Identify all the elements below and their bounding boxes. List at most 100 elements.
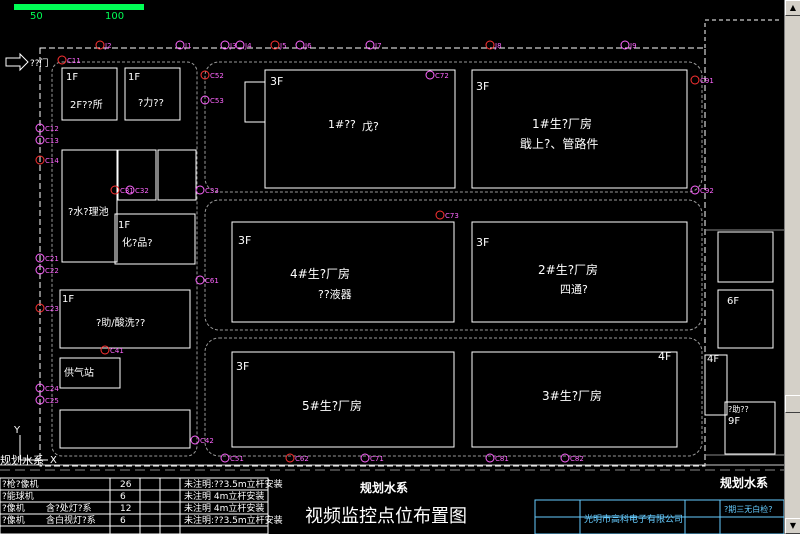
camera-label: C71 (370, 455, 384, 463)
svg-text:1F: 1F (66, 72, 78, 83)
scroll-up-arrow[interactable]: ▲ (785, 0, 800, 16)
camera-label: C82 (570, 455, 584, 463)
legend-cell: 26 (120, 480, 132, 490)
legend-cell: 12 (120, 504, 131, 514)
camera-label: C51 (230, 455, 244, 463)
legend-cell: 未注明 4m立杆安装 (184, 502, 264, 514)
svg-text:4F: 4F (707, 354, 719, 365)
camera-label: C73 (445, 212, 459, 220)
camera-marker-c82[interactable] (560, 453, 570, 463)
legend-cell: 未注明:??3.5m立杆安装 (184, 478, 283, 490)
building-3-floor: 4F (658, 350, 671, 363)
building-4-sub: ??液器 (318, 287, 352, 301)
building-2-name: 1#生?厂房 (532, 116, 592, 131)
camera-marker-c62[interactable] (285, 453, 295, 463)
camera-label: J3 (229, 42, 237, 50)
svg-text:?助??: ?助?? (728, 404, 749, 414)
camera-label: J8 (494, 42, 502, 50)
legend-cell: 6 (120, 492, 126, 502)
svg-text:?力??: ?力?? (138, 96, 164, 109)
camera-label: C33 (205, 187, 219, 195)
svg-text:9F: 9F (728, 416, 740, 427)
legend-cell: ?能球机 (2, 490, 34, 502)
building-2b-sub: 四通? (560, 283, 588, 296)
site-plan-drawing[interactable]: 3F 1#?? 戊? 3F 1#生?厂房 戢上?、管路件 3F 4#生?厂房 ?… (0, 0, 784, 534)
road-label-west: 规划水系 (0, 453, 44, 467)
building-2-sub: 戢上?、管路件 (520, 136, 598, 151)
camera-label: C11 (67, 57, 81, 65)
camera-marker-c71[interactable] (360, 453, 370, 463)
camera-marker-c41[interactable] (100, 345, 110, 355)
cad-viewport[interactable]: 3F 1#?? 戊? 3F 1#生?厂房 戢上?、管路件 3F 4#生?厂房 ?… (0, 0, 800, 534)
camera-label: J9 (629, 42, 637, 50)
camera-label: C14 (45, 157, 59, 165)
camera-label: J4 (244, 42, 252, 50)
camera-marker-c33[interactable] (195, 185, 205, 195)
svg-text:X: X (50, 455, 57, 466)
camera-marker-c42[interactable] (190, 435, 200, 445)
main-gate: ??门 (5, 52, 49, 72)
road-label-east: 规划水系 (720, 475, 768, 490)
camera-label: C22 (45, 267, 59, 275)
svg-text:1F: 1F (128, 72, 140, 83)
camera-label: C91 (700, 77, 714, 85)
site-boundary (39, 47, 706, 467)
legend-mid-cell: 含?处灯?系 (46, 502, 92, 514)
camera-marker-c73[interactable] (435, 210, 445, 220)
camera-marker-c72[interactable] (425, 70, 435, 80)
camera-label: C25 (45, 397, 59, 405)
building-5: 3F 5#生?厂房 (231, 351, 455, 448)
camera-marker-c61[interactable] (195, 275, 205, 285)
camera-label: C21 (45, 255, 59, 263)
building-3-name: 3#生?厂房 (542, 388, 602, 403)
building-1-floor: 3F (270, 75, 283, 88)
camera-marker-c51[interactable] (220, 453, 230, 463)
camera-marker-c11[interactable] (57, 55, 67, 65)
camera-label: C72 (435, 72, 449, 80)
scroll-down-arrow[interactable]: ▼ (785, 518, 800, 534)
building-5-name: 5#生?厂房 (302, 398, 362, 413)
camera-label: J7 (374, 42, 382, 50)
svg-text:供气站: 供气站 (64, 366, 94, 379)
building-5-floor: 3F (236, 360, 249, 373)
camera-label: C92 (700, 187, 714, 195)
scale-left: 50 (30, 11, 43, 22)
camera-label: C61 (205, 277, 219, 285)
building-2b: 3F 2#生?厂房 四通? (471, 221, 688, 323)
building-3: 4F 3#生?厂房 (471, 350, 678, 448)
building-1-name: 1#?? (328, 118, 356, 131)
svg-text:Y: Y (13, 425, 21, 436)
camera-label: C62 (295, 455, 309, 463)
camera-marker-c91[interactable] (690, 75, 700, 85)
building-1-sub: 戊? (362, 120, 379, 133)
camera-marker-j6[interactable] (295, 40, 305, 50)
company-name: 光明市高科电子有限公司 (584, 513, 683, 525)
svg-text:?助/酸洗??: ?助/酸洗?? (96, 316, 145, 329)
camera-label: C53 (210, 97, 224, 105)
legend-mid-cell: 含白视灯?系 (46, 514, 96, 526)
legend-cell: ?枪?像机 (2, 478, 39, 490)
camera-label: C24 (45, 385, 59, 393)
camera-label: C81 (495, 455, 509, 463)
building-2: 3F 1#生?厂房 戢上?、管路件 (471, 69, 688, 189)
legend-cell: ?像机 (2, 502, 25, 514)
building-4-floor: 3F (238, 234, 251, 247)
svg-text:1F: 1F (118, 220, 130, 231)
svg-text:6F: 6F (727, 296, 739, 307)
scale-indicator: 50 100 (0, 0, 160, 22)
svg-text:?水?理池: ?水?理池 (68, 205, 109, 218)
camera-label: C12 (45, 125, 59, 133)
camera-label: C52 (210, 72, 224, 80)
building-2b-floor: 3F (476, 236, 489, 249)
vertical-scrollbar[interactable]: ▲ ▼ (784, 0, 800, 534)
building-2-floor: 3F (476, 80, 489, 93)
camera-label: C32 (135, 187, 149, 195)
scale-right: 100 (105, 11, 125, 22)
scroll-thumb[interactable] (785, 395, 800, 413)
building-2b-name: 2#生?厂房 (538, 262, 598, 277)
camera-marker-c81[interactable] (485, 453, 495, 463)
legend-cell: 6 (120, 516, 126, 526)
camera-label: C41 (110, 347, 124, 355)
legend-cell: ?像机 (2, 514, 25, 526)
camera-label: C42 (200, 437, 214, 445)
